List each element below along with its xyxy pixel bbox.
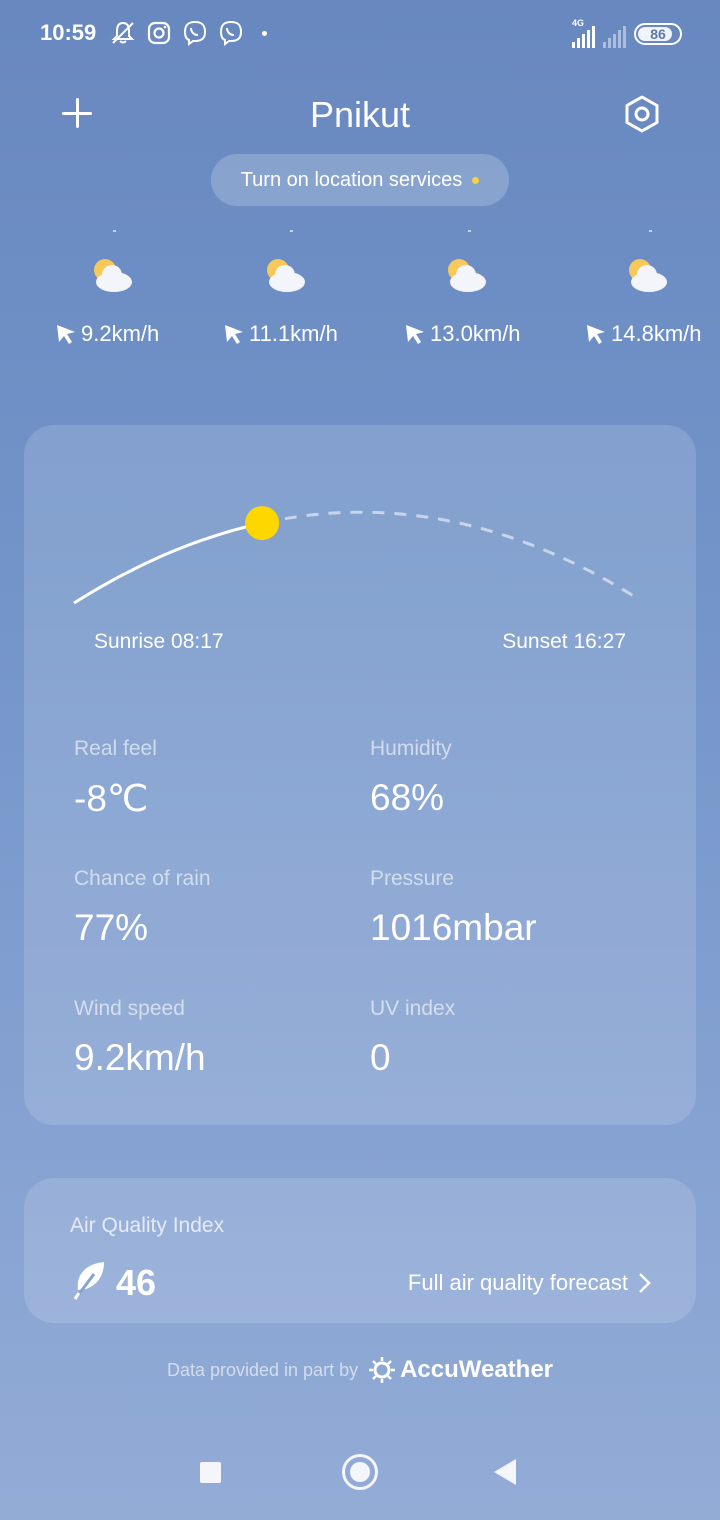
hourly-wind: 9.2km/h bbox=[55, 321, 159, 347]
wind-speed-value: 9.2km/h bbox=[74, 1037, 206, 1078]
partly-cloudy-icon bbox=[448, 259, 486, 292]
more-notifications-dot bbox=[262, 30, 267, 36]
settings-icon[interactable] bbox=[622, 94, 662, 134]
sun-position-icon bbox=[245, 506, 280, 541]
instagram-icon bbox=[147, 21, 171, 45]
partly-cloudy-icon bbox=[94, 259, 132, 292]
chance-of-rain-value: 77% bbox=[74, 907, 149, 948]
hour-tick bbox=[468, 230, 471, 232]
sun-path-arc bbox=[73, 506, 641, 605]
hourly-wind-speed: 13.0km/h bbox=[430, 321, 521, 346]
humidity-label: Humidity bbox=[370, 737, 452, 760]
leaf-icon bbox=[73, 1262, 104, 1300]
wind-direction-icon bbox=[57, 325, 75, 344]
header: Pnikut bbox=[0, 80, 720, 150]
pressure-label: Pressure bbox=[370, 867, 455, 890]
viber-icon bbox=[219, 20, 243, 46]
pressure-detail: Pressure 1016mbar bbox=[370, 867, 660, 949]
status-right: 4G 86 bbox=[572, 18, 682, 48]
real-feel-value: -8℃ bbox=[74, 778, 149, 819]
battery-level: 86 bbox=[650, 26, 666, 42]
hourly-forecast[interactable]: 9.2km/h 11.1km/h 13.0km/h 14.8km/h bbox=[0, 225, 720, 355]
hourly-wind: 13.0km/h bbox=[404, 321, 521, 347]
network-type: 4G bbox=[572, 18, 585, 28]
recent-apps-button[interactable] bbox=[200, 1462, 221, 1483]
partly-cloudy-icon bbox=[267, 259, 305, 292]
wind-speed-detail: Wind speed 9.2km/h bbox=[74, 997, 364, 1079]
aqi-title: Air Quality Index bbox=[70, 1214, 225, 1237]
wind-direction-icon bbox=[406, 325, 424, 344]
aqi-value: 46 bbox=[116, 1262, 157, 1303]
sunrise-time: Sunrise 08:17 bbox=[94, 630, 224, 653]
weather-details-card: Sunrise 08:17 Sunset 16:27 Real feel -8℃… bbox=[24, 425, 696, 1125]
viber-icon bbox=[183, 20, 207, 46]
location-alert-dot bbox=[472, 176, 480, 184]
status-time: 10:59 bbox=[40, 20, 97, 45]
humidity-value: 68% bbox=[370, 777, 445, 818]
accuweather-sun-icon bbox=[369, 1357, 396, 1383]
back-button[interactable] bbox=[494, 1459, 516, 1485]
notification-icons bbox=[110, 20, 267, 46]
chance-of-rain-detail: Chance of rain 77% bbox=[74, 867, 364, 949]
hour-tick bbox=[113, 230, 116, 232]
bell-off-icon bbox=[111, 21, 135, 44]
full-air-quality-forecast-link[interactable]: Full air quality forecast bbox=[408, 1270, 652, 1296]
accuweather-logo[interactable]: AccuWeather bbox=[368, 1356, 553, 1384]
system-navigation-bar bbox=[0, 1440, 720, 1520]
uv-index-detail: UV index 0 bbox=[370, 997, 660, 1079]
wind-speed-label: Wind speed bbox=[74, 997, 185, 1020]
wind-direction-icon bbox=[587, 325, 605, 344]
real-feel-label: Real feel bbox=[74, 737, 157, 760]
chance-of-rain-label: Chance of rain bbox=[74, 867, 211, 890]
sun-arc-elapsed bbox=[73, 521, 263, 605]
hourly-wind: 11.1km/h bbox=[223, 321, 338, 347]
hourly-wind: 14.8km/h bbox=[585, 321, 702, 347]
sunset-time: Sunset 16:27 bbox=[502, 630, 626, 653]
data-provider: Data provided in part by AccuWeather bbox=[0, 1356, 720, 1384]
status-bar: 10:59 4G 86 bbox=[0, 0, 720, 70]
hourly-wind-speed: 11.1km/h bbox=[249, 321, 338, 346]
chevron-right-icon bbox=[639, 1273, 651, 1293]
location-services-button[interactable]: Turn on location services bbox=[211, 154, 509, 206]
partly-cloudy-icon bbox=[629, 259, 667, 292]
provider-name: AccuWeather bbox=[400, 1356, 554, 1383]
uv-index-value: 0 bbox=[370, 1037, 391, 1078]
real-feel-detail: Real feel -8℃ bbox=[74, 737, 364, 820]
pressure-value: 1016mbar bbox=[370, 907, 537, 948]
mobile-signal-icon: 4G bbox=[572, 18, 595, 48]
hour-tick bbox=[649, 230, 652, 232]
wind-direction-icon bbox=[225, 325, 243, 344]
hour-tick bbox=[290, 230, 293, 232]
city-title: Pnikut bbox=[309, 94, 411, 135]
location-services-label: Turn on location services bbox=[240, 168, 463, 191]
home-button[interactable] bbox=[342, 1454, 378, 1490]
hourly-wind-speed: 14.8km/h bbox=[611, 321, 702, 346]
aqi-link-label: Full air quality forecast bbox=[407, 1270, 628, 1295]
provider-text: Data provided in part by bbox=[166, 1359, 359, 1380]
air-quality-card[interactable]: Air Quality Index 46 Full air quality fo… bbox=[24, 1178, 696, 1323]
battery-icon: 86 bbox=[634, 23, 682, 45]
humidity-detail: Humidity 68% bbox=[370, 737, 660, 819]
hourly-wind-speed: 9.2km/h bbox=[81, 321, 160, 346]
sun-arc-remaining bbox=[284, 510, 641, 602]
uv-index-label: UV index bbox=[370, 997, 456, 1020]
second-sim-signal-icon bbox=[603, 26, 626, 48]
